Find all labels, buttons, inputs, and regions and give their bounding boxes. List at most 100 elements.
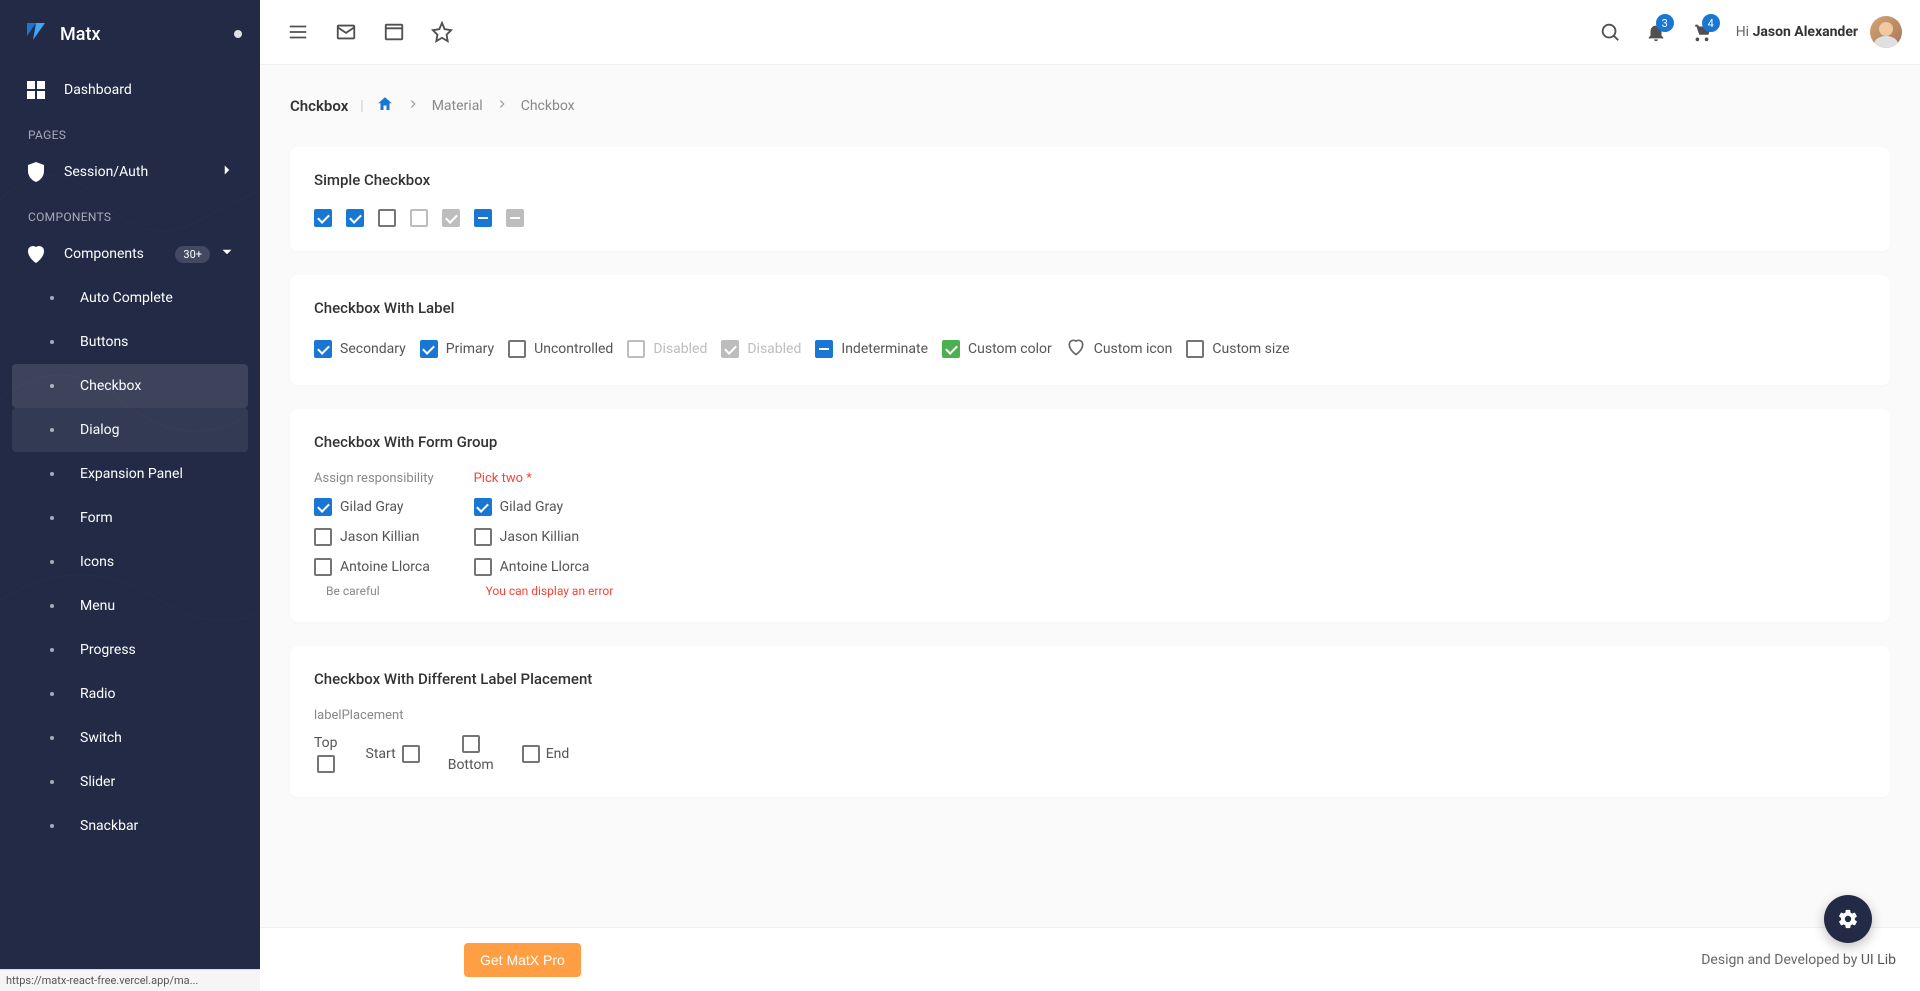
bullet-icon <box>40 736 64 740</box>
nav-checkbox[interactable]: Checkbox <box>12 364 248 408</box>
bullet-icon <box>40 472 64 476</box>
nav-section-components: COMPONENTS <box>12 194 248 232</box>
checkbox-jason-2[interactable]: Jason Killian <box>474 528 614 546</box>
checkbox-secondary-labeled[interactable]: Secondary <box>314 340 406 358</box>
checkbox-disabled-checked <box>442 209 460 227</box>
checkbox-placement-bottom[interactable]: Bottom <box>448 735 494 773</box>
nav-progress[interactable]: Progress <box>12 628 248 672</box>
checkbox-uncontrolled[interactable] <box>378 209 396 227</box>
nav-dashboard[interactable]: Dashboard <box>12 68 248 112</box>
brand-area: Matx <box>0 0 260 68</box>
web-asset-button[interactable] <box>374 12 414 52</box>
checkbox-indeterminate[interactable] <box>474 209 492 227</box>
checkbox-secondary[interactable] <box>314 209 332 227</box>
nav-icons[interactable]: Icons <box>12 540 248 584</box>
mail-button[interactable] <box>326 12 366 52</box>
checkbox-indeterminate-labeled[interactable]: Indeterminate <box>815 340 928 358</box>
cart-badge: 4 <box>1702 14 1720 32</box>
footer: Get MatX Pro Design and Developed by UI … <box>260 927 1920 991</box>
shield-icon <box>24 160 48 184</box>
bullet-icon <box>40 384 64 388</box>
nav-sub-label: Form <box>80 510 236 526</box>
footer-credit-link[interactable]: UI Lib <box>1861 952 1896 968</box>
form-helper-1: Be careful <box>326 584 434 598</box>
bullet-icon <box>40 604 64 608</box>
checkbox-antoine-1[interactable]: Antoine Llorca <box>314 558 434 576</box>
checkbox-primary[interactable] <box>346 209 364 227</box>
user-greeting: Hi Jason Alexander <box>1736 24 1858 40</box>
card-label-placement: Checkbox With Different Label Placement … <box>290 646 1890 797</box>
footer-credit: Design and Developed by UI Lib <box>1701 952 1896 968</box>
checkbox-disabled-labeled: Disabled <box>627 340 707 358</box>
checkbox-default[interactable] <box>506 209 524 227</box>
checkbox-placement-start[interactable]: Start <box>366 745 420 763</box>
brand-logo-icon <box>24 20 48 48</box>
checkbox-custom-size[interactable]: Custom size <box>1186 340 1289 358</box>
nav-session-auth[interactable]: Session/Auth <box>12 150 248 194</box>
checkbox-custom-color[interactable]: Custom color <box>942 340 1052 358</box>
breadcrumb-home-icon[interactable] <box>376 95 394 117</box>
user-avatar[interactable] <box>1870 16 1902 48</box>
nav-buttons[interactable]: Buttons <box>12 320 248 364</box>
nav-expansion-panel[interactable]: Expansion Panel <box>12 452 248 496</box>
get-pro-button[interactable]: Get MatX Pro <box>464 943 581 977</box>
checkbox-gilad-1[interactable]: Gilad Gray <box>314 498 434 516</box>
notifications-button[interactable]: 3 <box>1636 12 1676 52</box>
breadcrumb-current: Chckbox <box>521 98 575 114</box>
nav-sub-label: Radio <box>80 686 236 702</box>
placement-legend: labelPlacement <box>314 708 1866 723</box>
checkbox-gilad-2[interactable]: Gilad Gray <box>474 498 614 516</box>
nav-radio[interactable]: Radio <box>12 672 248 716</box>
checkbox-uncontrolled-labeled[interactable]: Uncontrolled <box>508 340 613 358</box>
menu-toggle-button[interactable] <box>278 12 318 52</box>
nav-dashboard-label: Dashboard <box>64 82 236 98</box>
nav-components[interactable]: Components 30+ <box>12 232 248 276</box>
sidebar-nav: Dashboard PAGES Session/Auth COMPONENTS … <box>0 68 260 991</box>
nav-form[interactable]: Form <box>12 496 248 540</box>
form-legend-assign: Assign responsibility <box>314 471 434 486</box>
search-button[interactable] <box>1590 12 1630 52</box>
nav-sub-label: Progress <box>80 642 236 658</box>
form-helper-2: You can display an error <box>486 584 614 598</box>
breadcrumb: Chckbox | Material Chckbox <box>290 95 1890 117</box>
heart-outline-icon <box>1066 337 1086 361</box>
checkbox-disabled <box>410 209 428 227</box>
browser-status-bar: https://matx-react-free.vercel.app/ma... <box>0 969 260 991</box>
breadcrumb-material[interactable]: Material <box>432 98 483 114</box>
topbar: 3 4 Hi Jason Alexander <box>260 0 1920 64</box>
nav-sub-label: Checkbox <box>80 378 236 394</box>
checkbox-placement-top[interactable]: Top <box>314 735 338 773</box>
card-simple-checkbox: Simple Checkbox <box>290 147 1890 251</box>
settings-fab[interactable] <box>1824 895 1872 943</box>
checkbox-jason-1[interactable]: Jason Killian <box>314 528 434 546</box>
nav-session-label: Session/Auth <box>64 164 218 180</box>
nav-auto-complete[interactable]: Auto Complete <box>12 276 248 320</box>
brand-name: Matx <box>60 24 101 45</box>
nav-slider[interactable]: Slider <box>12 760 248 804</box>
nav-sub-label: Auto Complete <box>80 290 236 306</box>
nav-switch[interactable]: Switch <box>12 716 248 760</box>
bullet-icon <box>40 780 64 784</box>
nav-sub-label: Switch <box>80 730 236 746</box>
card-title: Checkbox With Form Group <box>314 433 1866 451</box>
nav-components-label: Components <box>64 246 175 262</box>
checkbox-disabled-checked-labeled: Disabled <box>721 340 801 358</box>
chevron-right-icon <box>218 161 236 183</box>
sidebar: Matx Dashboard PAGES Session/Auth COMPON… <box>0 0 260 991</box>
nav-snackbar[interactable]: Snackbar <box>12 804 248 848</box>
checkbox-placement-end[interactable]: End <box>522 745 570 763</box>
star-button[interactable] <box>422 12 462 52</box>
chevron-right-icon <box>495 97 509 115</box>
bullet-icon <box>40 692 64 696</box>
bullet-icon <box>40 340 64 344</box>
checkbox-primary-labeled[interactable]: Primary <box>420 340 494 358</box>
card-checkbox-with-label: Checkbox With Label Secondary Primary Un… <box>290 275 1890 385</box>
cart-button[interactable]: 4 <box>1682 12 1722 52</box>
bullet-icon <box>40 516 64 520</box>
checkbox-antoine-2[interactable]: Antoine Llorca <box>474 558 614 576</box>
nav-dialog[interactable]: Dialog <box>12 408 248 452</box>
nav-menu[interactable]: Menu <box>12 584 248 628</box>
card-title: Checkbox With Label <box>314 299 1866 317</box>
checkbox-custom-icon[interactable]: Custom icon <box>1066 337 1173 361</box>
nav-sub-label: Slider <box>80 774 236 790</box>
